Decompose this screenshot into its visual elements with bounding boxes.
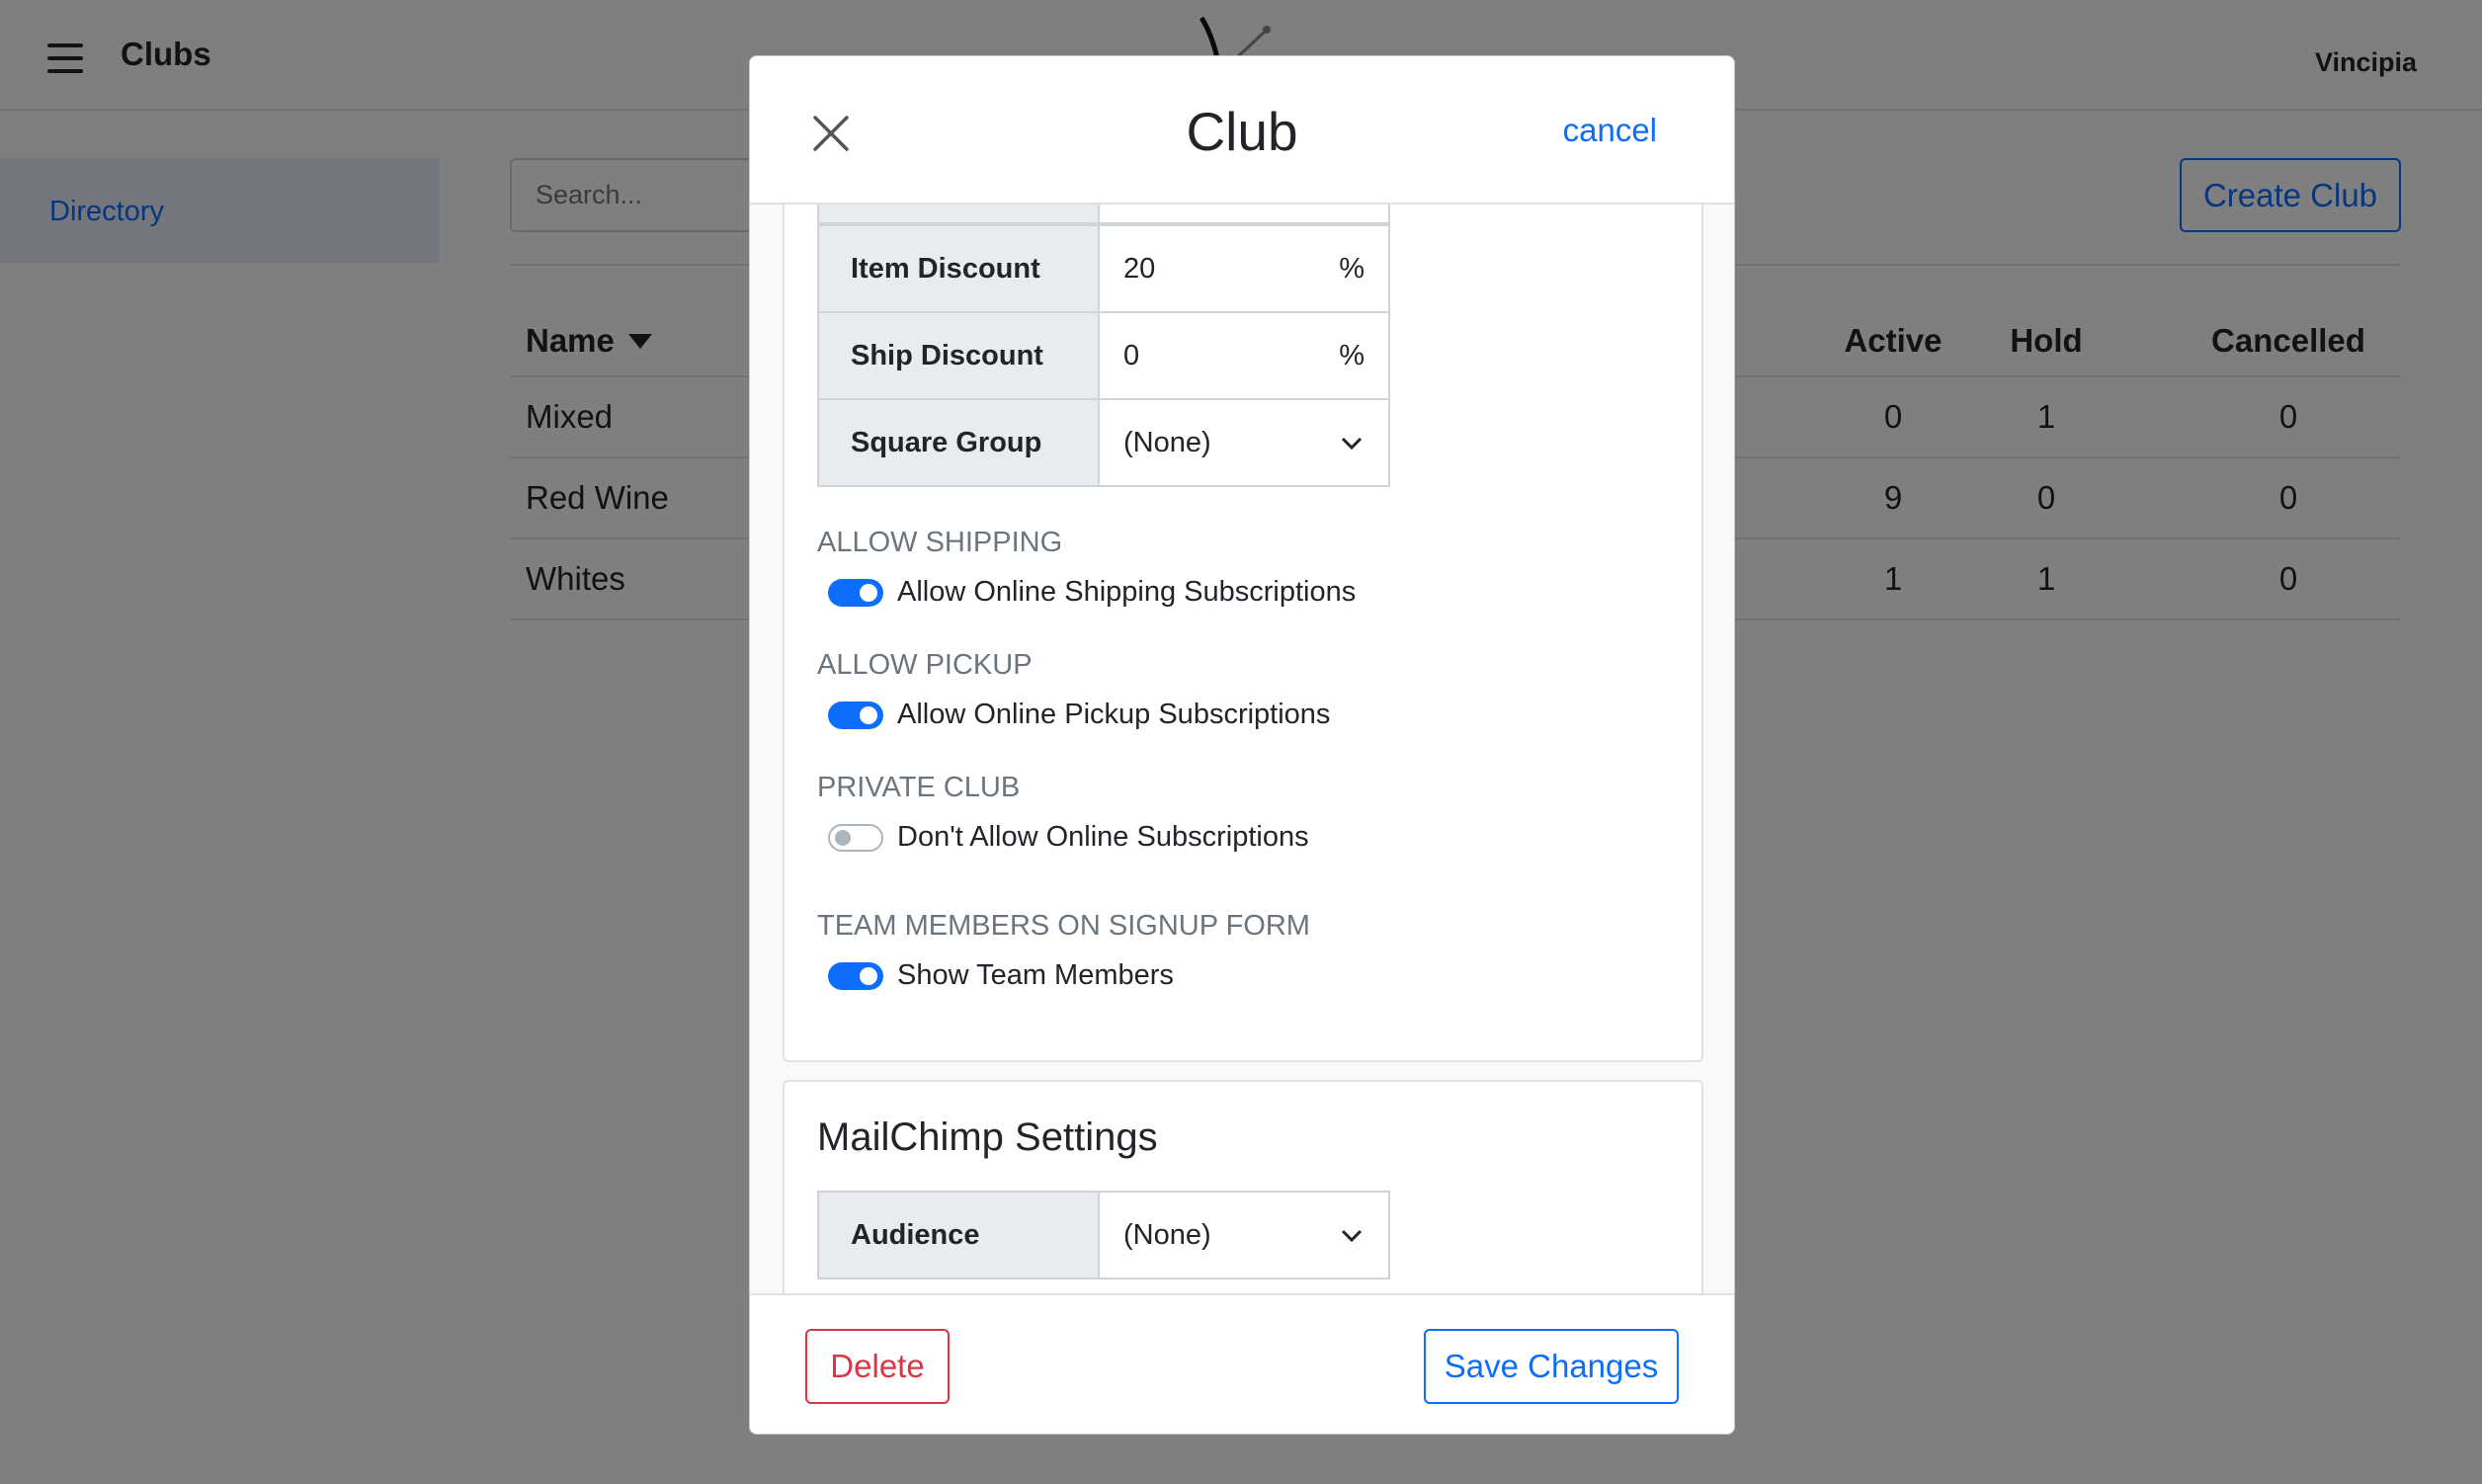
club-settings-card: Item Discount 20 % Ship Discount 0 % Squ… [783,205,1703,1062]
audience-select[interactable]: (None) [1098,1191,1390,1279]
allow-pickup-switch[interactable] [828,701,883,729]
allow-shipping-section-label: ALLOW SHIPPING [817,527,1063,558]
private-club-section-label: PRIVATE CLUB [817,772,1021,803]
save-changes-button[interactable]: Save Changes [1424,1329,1679,1404]
allow-shipping-toggle-row[interactable]: Allow Online Shipping Subscriptions [828,576,1356,609]
modal-header: Club cancel [750,56,1734,205]
mailchimp-title: MailChimp Settings [817,1115,1158,1159]
item-discount-label: Item Discount [817,224,1098,313]
club-modal: Club cancel Item Discount 20 % Ship Disc… [749,55,1735,1435]
allow-pickup-toggle-row[interactable]: Allow Online Pickup Subscriptions [828,699,1330,731]
team-members-label: Show Team Members [897,959,1174,991]
percent-suffix: % [1339,339,1365,371]
item-discount-group: Item Discount 20 % [817,224,1390,313]
modal-body[interactable]: Item Discount 20 % Ship Discount 0 % Squ… [750,205,1734,1347]
item-discount-input[interactable]: 20 % [1098,224,1390,313]
team-members-switch[interactable] [828,961,883,990]
allow-shipping-label: Allow Online Shipping Subscriptions [897,576,1357,608]
team-members-section-label: TEAM MEMBERS ON SIGNUP FORM [817,910,1310,942]
square-group-label: Square Group [817,398,1098,487]
chevron-down-icon [1341,437,1363,451]
input-group-partial [817,205,1390,224]
allow-pickup-section-label: ALLOW PICKUP [817,649,1033,681]
chevron-down-icon [1341,1229,1363,1243]
team-members-toggle-row[interactable]: Show Team Members [828,959,1174,992]
ship-discount-label: Ship Discount [817,311,1098,400]
delete-button[interactable]: Delete [805,1329,950,1404]
allow-shipping-switch[interactable] [828,578,883,607]
square-group-select[interactable]: (None) [1098,398,1390,487]
square-group-group: Square Group (None) [817,398,1390,487]
ship-discount-input[interactable]: 0 % [1098,311,1390,400]
private-club-switch[interactable] [828,823,883,852]
private-club-toggle-row[interactable]: Don't Allow Online Subscriptions [828,821,1309,854]
modal-footer: Delete Save Changes [750,1293,1734,1434]
audience-label: Audience [817,1191,1098,1279]
percent-suffix: % [1339,252,1365,285]
private-club-label: Don't Allow Online Subscriptions [897,821,1309,853]
allow-pickup-label: Allow Online Pickup Subscriptions [897,699,1331,730]
ship-discount-group: Ship Discount 0 % [817,311,1390,400]
audience-group: Audience (None) [817,1191,1390,1279]
cancel-link[interactable]: cancel [1563,112,1657,149]
